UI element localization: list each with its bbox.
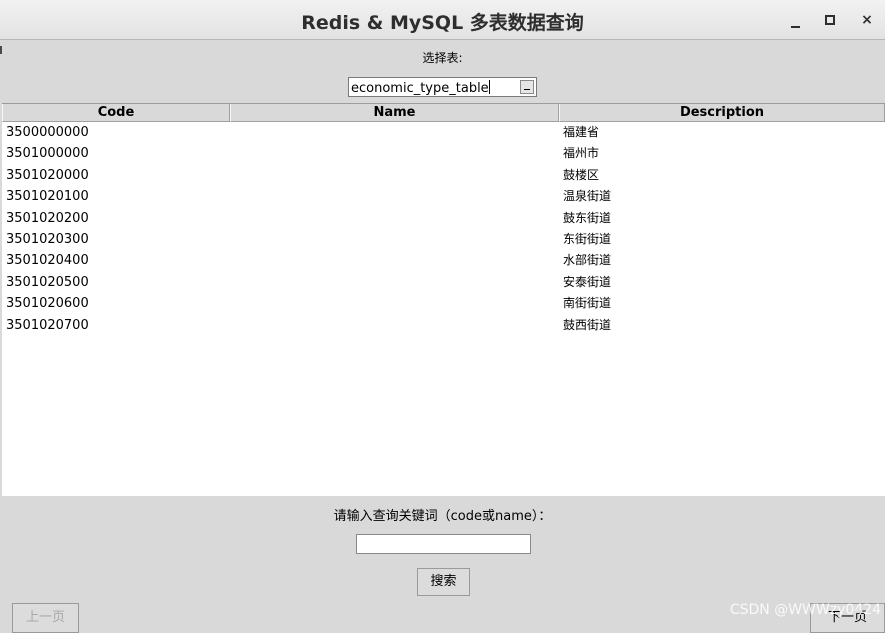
table-row[interactable]: 3501020600 南街街道 [2,293,885,314]
cell-code: 3501020100 [6,189,89,205]
table-row[interactable]: 3501020300 东街街道 [2,229,885,250]
close-icon: × [861,12,873,28]
data-table: Code Name Description 3500000000 福建省 35010… [2,103,885,496]
table-select-value: economic_type_table [351,80,490,96]
window-title: Redis & MySQL 多表数据查询 [301,12,584,34]
cell-code: 3501020600 [6,296,89,312]
cell-desc: 安泰街道 [563,274,612,289]
close-button[interactable]: × [857,10,877,30]
cell-code: 3501020300 [6,232,89,247]
minimize-icon [790,26,800,28]
table-row[interactable]: 3501020700 鼓西街道 [2,315,885,336]
cell-desc: 福建省 [563,125,600,139]
cell-desc: 鼓东街道 [563,210,612,225]
cell-desc: 福州市 [563,146,600,161]
cell-code: 3501020700 [6,317,89,333]
text-cursor [488,80,490,94]
table-row[interactable]: 3501020000 鼓楼区 [2,165,885,186]
table-header: Code Name Description [2,104,885,122]
search-button[interactable]: 搜索 [417,568,470,596]
maximize-icon [825,15,835,25]
table-row[interactable]: 3500000000 福建省 [2,122,885,143]
table-select-label: 选择表: [422,51,463,65]
title-bar: Redis & MySQL 多表数据查询 × [0,0,885,40]
table-row[interactable]: 3501020100 温泉街道 [2,186,885,207]
cell-code: 3501020500 [6,274,89,290]
cell-desc: 鼓楼区 [563,167,600,182]
search-label: 请输入查询关键词（code或name）： [333,509,552,524]
maximize-button[interactable] [820,10,840,30]
table-select-combobox[interactable]: economic_type_table [348,77,537,97]
cell-desc: 水部街道 [563,253,612,268]
cell-desc: 东街街道 [563,232,612,246]
cell-code: 3501020200 [6,210,89,226]
cell-desc: 南街街道 [563,296,612,311]
table-row[interactable]: 3501020400 水部街道 [2,250,885,271]
table-row[interactable]: 3501020200 鼓东街道 [2,208,885,229]
column-header-description[interactable]: Description [559,104,885,122]
column-header-code[interactable]: Code [2,104,230,122]
cell-code: 3501020400 [6,253,89,269]
cell-code: 3500000000 [6,125,89,140]
prev-page-button[interactable]: 上一页 [12,603,79,633]
cell-code: 3501020000 [6,167,89,183]
watermark: CSDN @WWWzy0424 [729,602,881,618]
column-header-name[interactable]: Name [230,104,559,122]
search-input[interactable] [356,534,531,554]
table-row[interactable]: 3501020500 安泰街道 [2,272,885,293]
cell-desc: 温泉街道 [563,189,612,204]
minimize-button[interactable] [785,10,805,30]
table-row[interactable]: 3501000000 福州市 [2,143,885,164]
dropdown-arrow-icon[interactable] [520,80,534,94]
cell-desc: 鼓西街道 [563,317,612,332]
cell-code: 3501000000 [6,146,89,162]
